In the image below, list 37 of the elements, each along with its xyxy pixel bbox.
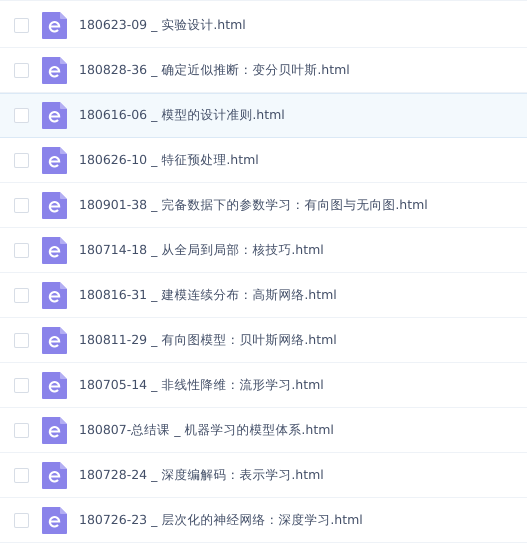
file-name[interactable]: 180811-29 _ 有向图模型：贝叶斯网络.html — [79, 330, 337, 350]
file-row[interactable]: 180616-06 _ 模型的设计准则.html — [0, 93, 527, 138]
html-file-icon — [42, 462, 67, 488]
html-file-icon — [42, 506, 67, 534]
checkbox[interactable] — [14, 288, 29, 302]
file-name[interactable]: 180616-06 _ 模型的设计准则.html — [79, 106, 285, 125]
html-file-icon — [42, 236, 67, 264]
checkbox[interactable] — [14, 512, 29, 528]
file-name[interactable]: 180901-38 _ 完备数据下的参数学习：有向图与无向图.html — [79, 196, 428, 214]
file-name[interactable]: 180714-18 _ 从全局到局部：核技巧.html — [79, 240, 324, 260]
checkbox[interactable] — [14, 468, 29, 482]
file-name[interactable]: 180828-36 _ 确定近似推断：变分贝叶斯.html — [79, 60, 350, 80]
checkbox[interactable] — [14, 108, 29, 123]
html-file-icon — [42, 56, 67, 84]
file-name[interactable]: 180626-10 _ 特征预处理.html — [79, 150, 259, 170]
checkbox[interactable] — [14, 422, 29, 438]
html-file-icon — [42, 416, 67, 444]
html-file-icon — [42, 282, 67, 308]
checkbox[interactable] — [14, 18, 29, 32]
html-file-icon — [42, 192, 67, 218]
checkbox[interactable] — [14, 378, 29, 392]
html-file-icon — [42, 146, 67, 174]
checkbox[interactable] — [14, 62, 29, 78]
file-name[interactable]: 180623-09 _ 实验设计.html — [79, 16, 246, 34]
file-name[interactable]: 180705-14 _ 非线性降维：流形学习.html — [79, 376, 324, 394]
checkbox[interactable] — [14, 152, 29, 168]
file-name[interactable]: 180807-总结课 _ 机器学习的模型体系.html — [79, 420, 334, 440]
file-name[interactable]: 180726-23 _ 层次化的神经网络：深度学习.html — [79, 510, 363, 530]
html-file-icon — [42, 326, 67, 354]
html-file-icon — [42, 102, 67, 129]
checkbox[interactable] — [14, 242, 29, 258]
file-name[interactable]: 180816-31 _ 建模连续分布：高斯网络.html — [79, 286, 337, 304]
checkbox[interactable] — [14, 198, 29, 212]
file-name[interactable]: 180728-24 _ 深度编解码：表示学习.html — [79, 466, 324, 484]
html-file-icon — [42, 12, 67, 38]
checkbox[interactable] — [14, 332, 29, 348]
html-file-icon — [42, 372, 67, 398]
